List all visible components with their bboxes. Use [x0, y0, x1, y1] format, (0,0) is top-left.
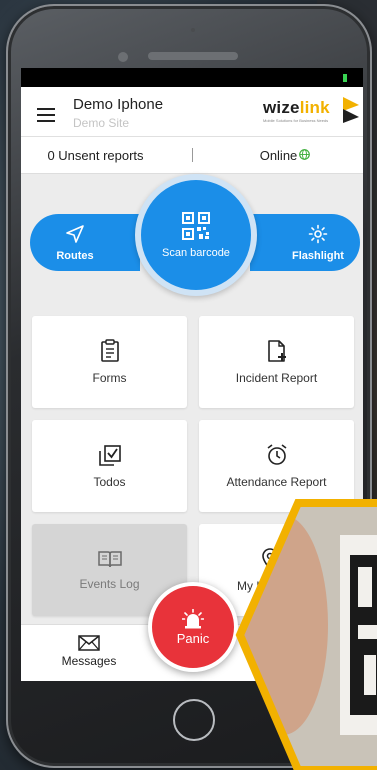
- envelope-icon: [78, 635, 100, 651]
- info-bar: 0 Unsent reports Online: [21, 137, 363, 174]
- barcode-photo-overlay: [235, 499, 377, 770]
- incident-report-tile[interactable]: Incident Report: [199, 316, 354, 408]
- battery-icon: [343, 74, 347, 82]
- todos-tile[interactable]: Todos: [32, 420, 187, 512]
- unsent-reports[interactable]: 0 Unsent reports: [21, 148, 192, 163]
- forms-tile[interactable]: Forms: [32, 316, 187, 408]
- speaker-grille: [148, 52, 238, 60]
- globe-icon: [299, 148, 311, 163]
- status-bar: [21, 68, 363, 87]
- device-name: Demo Iphone: [73, 96, 164, 113]
- connection-status: Online: [193, 148, 363, 163]
- alarm-clock-icon: [267, 444, 286, 465]
- clipboard-icon: [100, 339, 119, 362]
- site-name: Demo Site: [73, 116, 130, 130]
- logo-flag-icon: [343, 97, 359, 123]
- book-icon: [97, 551, 122, 568]
- menu-icon[interactable]: [37, 108, 55, 122]
- flashlight-icon: [308, 224, 328, 243]
- navigation-arrow-icon: [66, 224, 84, 243]
- routes-button[interactable]: Routes: [30, 214, 140, 271]
- front-sensor: [118, 52, 128, 62]
- file-add-icon: [267, 340, 286, 362]
- scan-barcode-button[interactable]: Scan barcode: [135, 174, 257, 296]
- camera-icon: [191, 28, 195, 32]
- flashlight-button[interactable]: Flashlight: [250, 214, 360, 271]
- panic-button[interactable]: Panic: [148, 582, 238, 672]
- home-button[interactable]: [173, 699, 215, 741]
- action-row: Routes Flashlight Scan barcode: [21, 174, 363, 324]
- messages-button[interactable]: Messages: [49, 635, 129, 668]
- siren-icon: [182, 608, 204, 628]
- app-header: Demo Iphone Demo Site wizelink Mobile So…: [21, 87, 363, 137]
- checklist-icon: [98, 445, 121, 466]
- wizelink-logo: wizelink Mobile Solutions for Business N…: [263, 95, 359, 131]
- qr-code-icon: [182, 212, 210, 240]
